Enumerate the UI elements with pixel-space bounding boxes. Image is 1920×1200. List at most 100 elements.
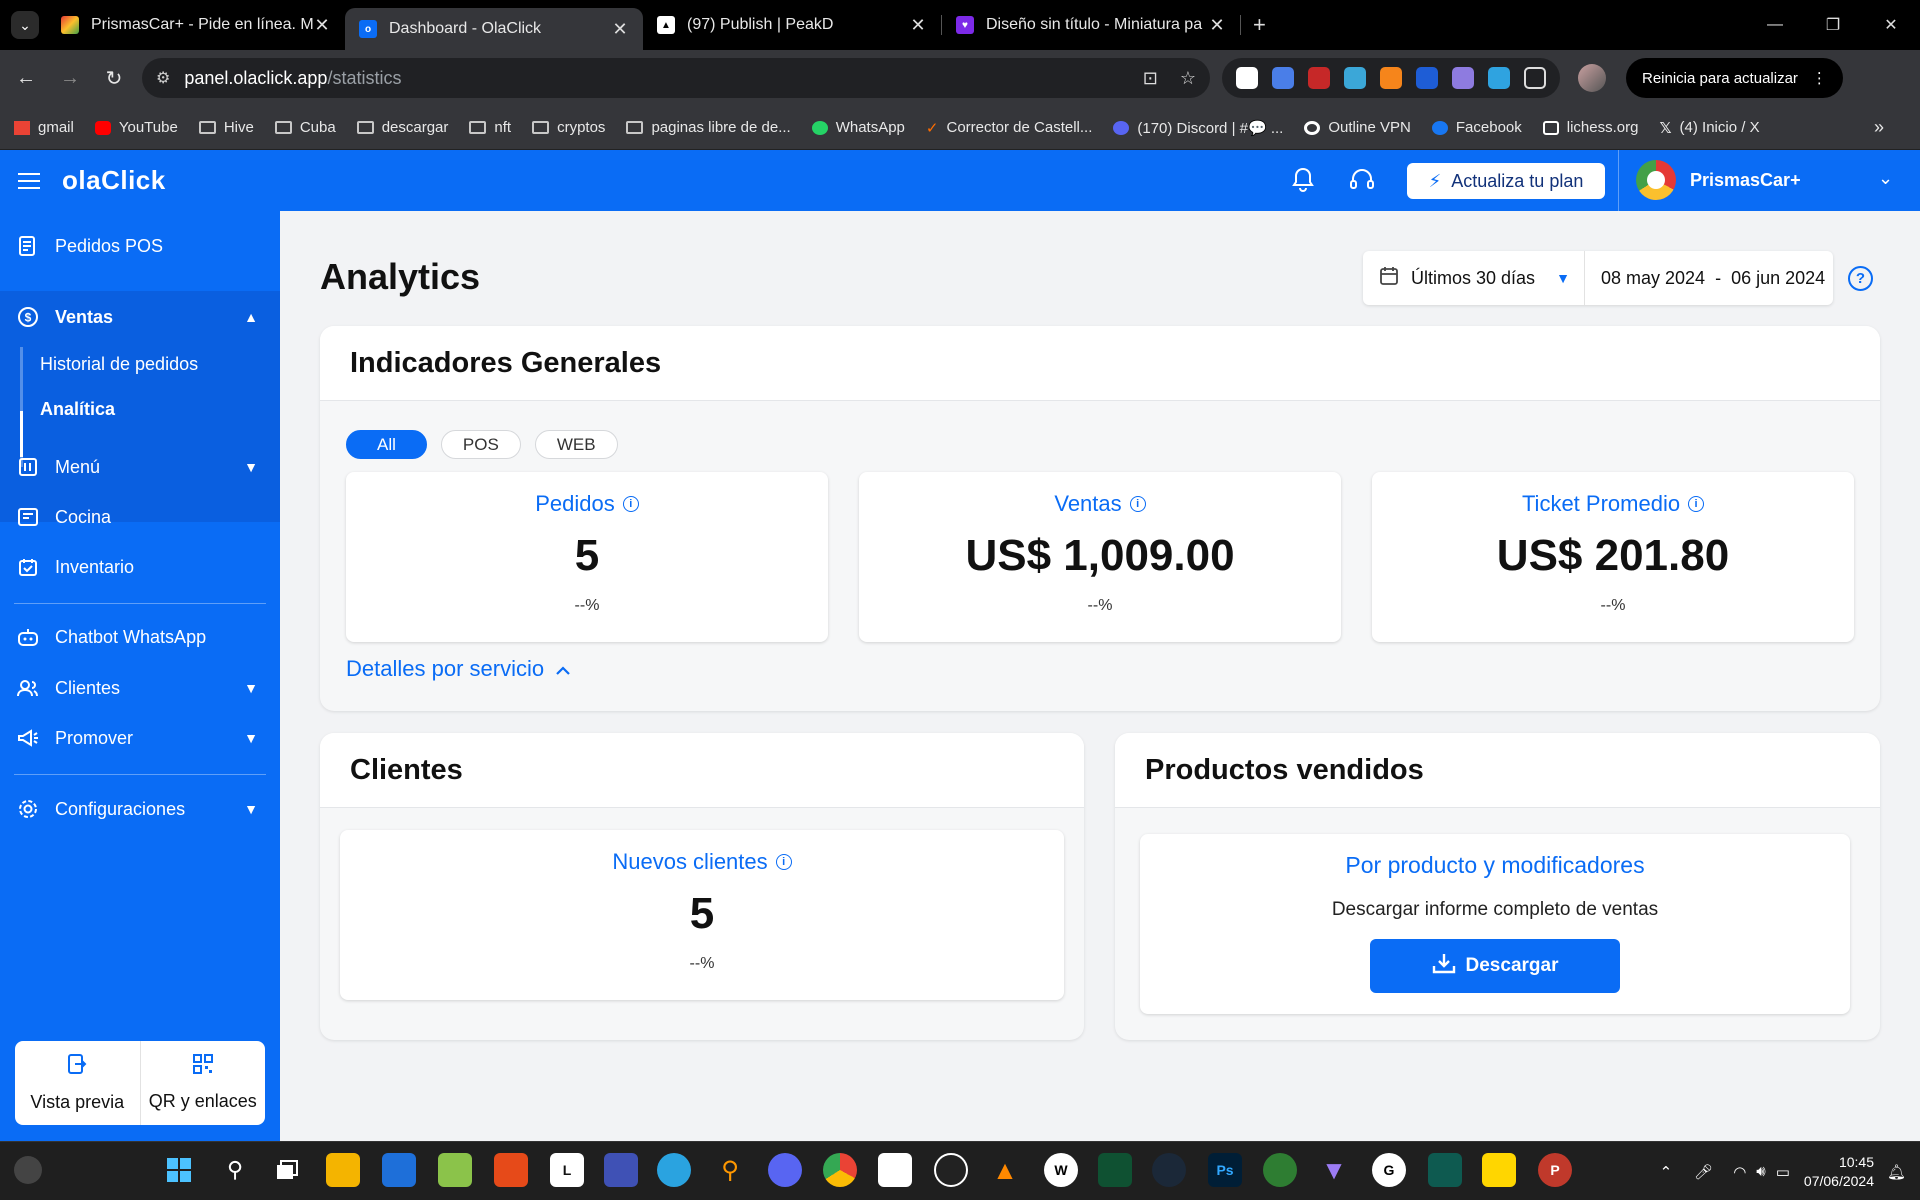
date-range[interactable]: 08 may 2024 - 06 jun 2024	[1585, 268, 1825, 289]
bookmark-folder[interactable]: Hive	[198, 119, 254, 136]
photoshop-icon[interactable]: Ps	[1208, 1153, 1242, 1187]
preview-button[interactable]: Vista previa	[15, 1041, 140, 1125]
app-icon[interactable]: P	[1538, 1153, 1572, 1187]
close-tab-icon[interactable]: ✕	[1208, 15, 1226, 36]
anydesk-icon[interactable]	[878, 1153, 912, 1187]
sidebar-item-menu[interactable]: Menú ▼	[0, 447, 280, 487]
obs-icon[interactable]	[934, 1153, 968, 1187]
metamask-extension-icon[interactable]	[1380, 67, 1402, 89]
support-headset-icon[interactable]	[1347, 165, 1377, 195]
wifi-icon[interactable]: ◠	[1733, 1163, 1746, 1181]
app-icon[interactable]	[1428, 1153, 1462, 1187]
sidebar-item-inventario[interactable]: Inventario	[0, 547, 280, 587]
browser-tab[interactable]: ▲ (97) Publish | PeakD ✕	[643, 0, 941, 50]
bookmark-folder[interactable]: Cuba	[274, 119, 336, 136]
app-icon[interactable]: ▼	[1317, 1153, 1351, 1187]
sidebar-subitem-analitica[interactable]: Analítica	[20, 389, 115, 429]
player-icon[interactable]	[1482, 1153, 1516, 1187]
sidebar-item-chatbot[interactable]: Chatbot WhatsApp	[0, 617, 280, 657]
upgrade-plan-button[interactable]: ⚡ Actualiza tu plan	[1407, 163, 1605, 199]
bookmark-folder[interactable]: descargar	[356, 119, 448, 136]
microphone-icon[interactable]: 🎤︎	[1694, 1163, 1713, 1181]
extension-icon[interactable]	[1452, 67, 1474, 89]
translate-extension-icon[interactable]	[1272, 67, 1294, 89]
bookmark-lichess[interactable]: lichess.org	[1542, 119, 1638, 136]
search-app-icon[interactable]: ⚲	[713, 1153, 747, 1187]
clock[interactable]: 10:45 07/06/2024	[1804, 1153, 1874, 1191]
chevron-down-icon[interactable]: ⌄	[1878, 168, 1893, 189]
bookmark-discord[interactable]: (170) Discord | #💬 ...	[1113, 119, 1283, 137]
store-selector[interactable]: PrismasCar+	[1636, 160, 1801, 200]
browser-tab[interactable]: PrismasCar+ - Pide en línea. Me ✕	[47, 0, 345, 50]
help-icon[interactable]: ?	[1848, 266, 1873, 291]
office-icon[interactable]	[494, 1153, 528, 1187]
extension-icon[interactable]	[1488, 67, 1510, 89]
info-icon[interactable]: i	[1688, 496, 1705, 512]
browser-tab-active[interactable]: o Dashboard - OlaClick ✕	[345, 8, 643, 50]
app-icon[interactable]: W	[1044, 1153, 1078, 1187]
search-icon[interactable]: ⚲	[218, 1153, 252, 1187]
close-window-icon[interactable]: ✕	[1862, 0, 1920, 50]
sidebar-item-clientes[interactable]: Clientes ▼	[0, 668, 280, 708]
tab-search-button[interactable]: ⌄	[11, 11, 39, 39]
forward-arrow-icon[interactable]: →	[52, 60, 88, 96]
sidebar-item-ventas[interactable]: $ Ventas ▲	[0, 297, 280, 337]
sidebar-subitem-historial[interactable]: Historial de pedidos	[20, 344, 198, 384]
extension-icon[interactable]	[1308, 67, 1330, 89]
address-bar[interactable]: ⚙ panel.olaclick.app/statistics ⊡ ☆	[142, 58, 1210, 98]
bookmark-star-icon[interactable]: ☆	[1180, 68, 1196, 89]
steam-icon[interactable]	[1152, 1153, 1186, 1187]
close-tab-icon[interactable]: ✕	[313, 15, 331, 36]
download-button[interactable]: Descargar	[1370, 939, 1620, 993]
battery-icon[interactable]: ▭	[1776, 1163, 1790, 1181]
hamburger-menu-icon[interactable]	[18, 168, 40, 194]
more-bookmarks-icon[interactable]: »	[1874, 117, 1884, 138]
task-view-icon[interactable]	[270, 1153, 304, 1187]
vlc-icon[interactable]: ▲	[988, 1153, 1022, 1187]
globe-icon[interactable]	[1263, 1153, 1297, 1187]
chevron-up-icon[interactable]: ⌃	[1660, 1163, 1673, 1181]
bookmark-gmail[interactable]: gmail	[14, 119, 74, 136]
app-icon[interactable]: L	[550, 1153, 584, 1187]
windows-start-icon[interactable]	[162, 1153, 196, 1187]
discord-icon[interactable]	[768, 1153, 802, 1187]
install-app-icon[interactable]: ⊡	[1143, 68, 1158, 89]
info-icon[interactable]: i	[775, 854, 792, 870]
profile-avatar[interactable]	[1578, 64, 1606, 92]
restore-icon[interactable]: ❐	[1804, 0, 1862, 50]
reload-icon[interactable]: ↻	[96, 60, 132, 96]
chrome-icon[interactable]	[823, 1153, 857, 1187]
bookmark-folder[interactable]: nft	[469, 119, 511, 136]
sidebar-item-configuraciones[interactable]: Configuraciones ▼	[0, 789, 280, 829]
back-arrow-icon[interactable]: ←	[8, 60, 44, 96]
filter-chip-web[interactable]: WEB	[534, 430, 618, 459]
notifications-bell-icon[interactable]	[1288, 165, 1318, 195]
bookmark-corrector[interactable]: ✓ Corrector de Castell...	[926, 119, 1092, 137]
app-icon[interactable]: G	[1372, 1153, 1406, 1187]
site-info-icon[interactable]: ⚙	[156, 68, 170, 88]
file-explorer-icon[interactable]	[326, 1153, 360, 1187]
bookmark-youtube[interactable]: YouTube	[94, 119, 178, 136]
info-icon[interactable]: i	[1129, 496, 1146, 512]
microsoft-store-icon[interactable]	[382, 1153, 416, 1187]
close-tab-icon[interactable]: ✕	[909, 15, 927, 36]
sidebar-item-cocina[interactable]: Cocina	[0, 497, 280, 537]
notification-bell-icon[interactable]: 🔔︎	[1887, 1163, 1906, 1181]
weather-icon[interactable]	[14, 1156, 42, 1184]
minimize-icon[interactable]: —	[1746, 0, 1804, 50]
browser-tab[interactable]: ♥ Diseño sin título - Miniatura pa ✕	[942, 0, 1240, 50]
extensions-puzzle-icon[interactable]	[1524, 67, 1546, 89]
info-icon[interactable]: i	[622, 496, 639, 512]
period-select[interactable]: Últimos 30 días ▼	[1363, 251, 1585, 305]
bookmark-folder[interactable]: paginas libre de de...	[626, 119, 791, 136]
more-menu-icon[interactable]: ⋮	[1812, 69, 1827, 87]
sidebar-item-promover[interactable]: Promover ▼	[0, 718, 280, 758]
bookmark-folder[interactable]: cryptos	[532, 119, 605, 136]
app-icon[interactable]	[604, 1153, 638, 1187]
bookmark-facebook[interactable]: Facebook	[1431, 119, 1522, 136]
app-icon[interactable]	[438, 1153, 472, 1187]
extension-icon[interactable]	[1344, 67, 1366, 89]
speaker-icon[interactable]: 🔊︎	[1756, 1163, 1765, 1180]
app-icon[interactable]	[1098, 1153, 1132, 1187]
new-tab-button[interactable]: +	[1253, 12, 1266, 38]
